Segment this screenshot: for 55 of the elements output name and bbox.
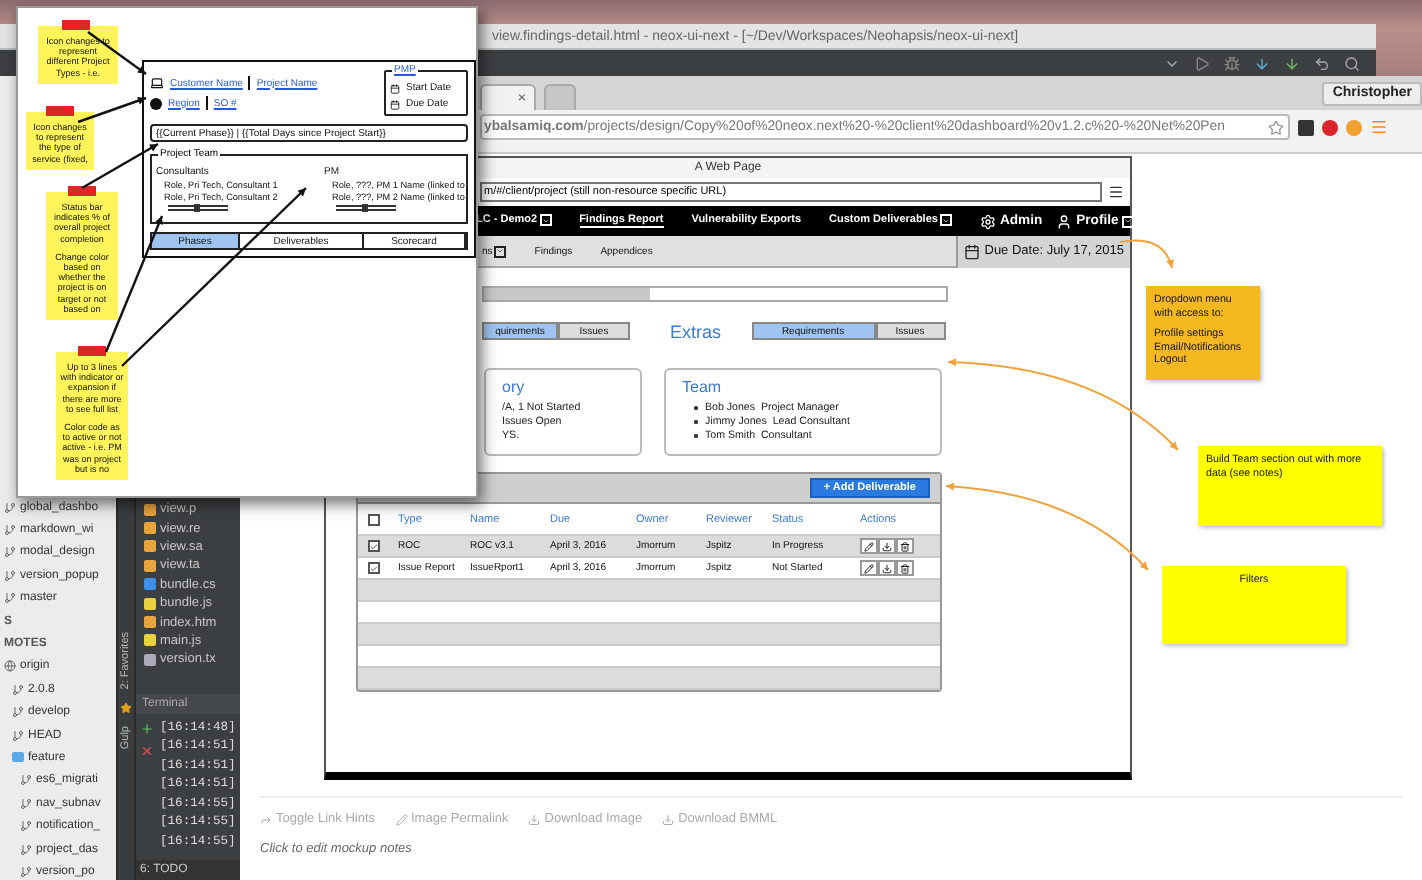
search-icon[interactable] [1344, 55, 1360, 71]
globe-icon [4, 660, 16, 673]
star-icon[interactable] [120, 701, 132, 714]
arrow-down-icon[interactable] [1254, 55, 1270, 71]
calendar-icon [390, 83, 400, 93]
plus-icon[interactable] [139, 721, 153, 736]
checkbox[interactable] [368, 562, 380, 574]
branch-icon [12, 706, 24, 719]
branch-icon [20, 843, 32, 856]
card-title: Team [682, 378, 724, 396]
edit-button[interactable] [860, 560, 878, 576]
checkbox[interactable] [368, 513, 380, 525]
branch-icon [4, 569, 16, 582]
close-icon[interactable] [139, 743, 153, 758]
menu-icon[interactable] [1108, 184, 1124, 200]
slider-drawing [336, 204, 396, 212]
folder-icon [12, 752, 24, 763]
download-button[interactable] [878, 560, 896, 576]
tape-strip [46, 106, 75, 116]
delete-button[interactable] [896, 538, 914, 554]
branch-icon [20, 865, 32, 878]
tape-strip [77, 346, 106, 356]
download-icon [528, 813, 541, 825]
share-icon [260, 813, 272, 825]
tape-strip [62, 20, 90, 30]
settings-icon [979, 213, 996, 229]
slider-drawing [168, 204, 228, 212]
branch-icon [20, 774, 32, 787]
region-icon [150, 97, 162, 109]
download-button[interactable] [878, 538, 896, 554]
branch-icon [12, 729, 24, 742]
user-icon [1056, 213, 1073, 229]
branch-icon [4, 546, 16, 559]
bug-icon[interactable] [1224, 55, 1240, 71]
arrow-down-icon[interactable] [1284, 55, 1300, 71]
tape-strip [67, 186, 96, 196]
branch-icon [12, 683, 24, 696]
calendar-icon [964, 243, 981, 259]
branch-icon [4, 501, 16, 514]
calendar-icon [390, 99, 400, 109]
branch-icon [20, 797, 32, 810]
undo-icon[interactable] [1314, 55, 1330, 71]
run-icon[interactable] [1194, 55, 1210, 71]
section-title: Extras [670, 321, 722, 341]
branch-icon [4, 524, 16, 537]
star-icon[interactable] [1268, 119, 1284, 135]
branch-icon [4, 592, 16, 605]
branch-icon [20, 820, 32, 833]
card-title: ory [502, 378, 527, 396]
download-icon [662, 813, 675, 825]
delete-button[interactable] [896, 560, 914, 576]
edit-button[interactable] [860, 538, 878, 554]
pencil-icon [395, 813, 407, 825]
laptop-icon [150, 76, 164, 90]
checkbox[interactable] [368, 540, 380, 552]
